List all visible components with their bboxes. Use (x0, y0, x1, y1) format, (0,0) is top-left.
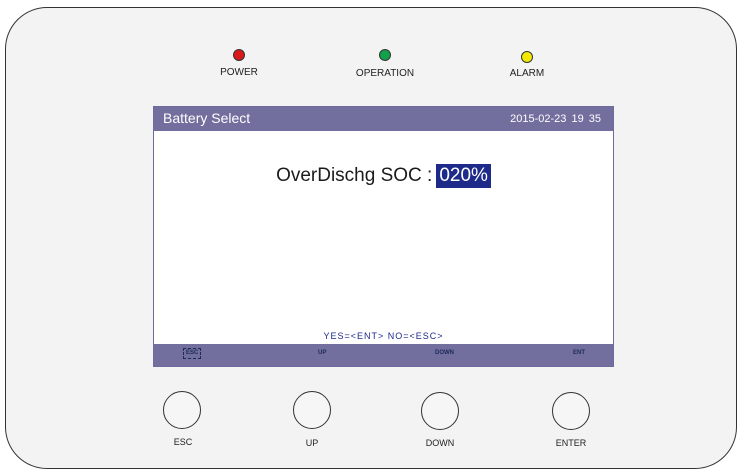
softkey-ent: ENT (573, 350, 585, 356)
softkey-up: UP (318, 350, 327, 356)
screen-datetime: 2015-02-23 19 35 (510, 113, 601, 125)
setting-value[interactable]: 020% (436, 164, 491, 188)
softkey-bar: ESC UP DOWN ENT (154, 344, 613, 366)
up-button[interactable] (293, 391, 331, 429)
screen-title: Battery Select (163, 110, 251, 126)
screen-title-bar: Battery Select 2015-02-23 19 35 (154, 107, 613, 131)
esc-button[interactable] (163, 391, 201, 429)
up-button-label: UP (305, 438, 319, 448)
power-led-icon (233, 49, 245, 61)
down-button-label: DOWN (425, 438, 455, 448)
device-panel: POWER OPERATION ALARM Battery Select 201… (5, 7, 737, 469)
esc-button-label: ESC (173, 437, 193, 447)
enter-button[interactable] (552, 392, 590, 430)
softkey-down: DOWN (435, 350, 454, 356)
alarm-led-label: ALARM (509, 68, 545, 79)
operation-led-label: OPERATION (355, 68, 415, 79)
operation-led-icon (379, 49, 391, 61)
enter-button-label: ENTER (555, 438, 587, 448)
setting-label: OverDischg SOC : (276, 165, 433, 186)
down-button[interactable] (421, 392, 459, 430)
softkey-esc: ESC (183, 348, 202, 359)
confirm-prompt: YES=<ENT> NO=<ESC> (323, 331, 444, 341)
setting-row: OverDischg SOC :020% (154, 164, 613, 190)
alarm-led-icon (521, 51, 533, 63)
lcd-screen: Battery Select 2015-02-23 19 35 OverDisc… (153, 106, 614, 367)
power-led-label: POWER (220, 67, 258, 78)
